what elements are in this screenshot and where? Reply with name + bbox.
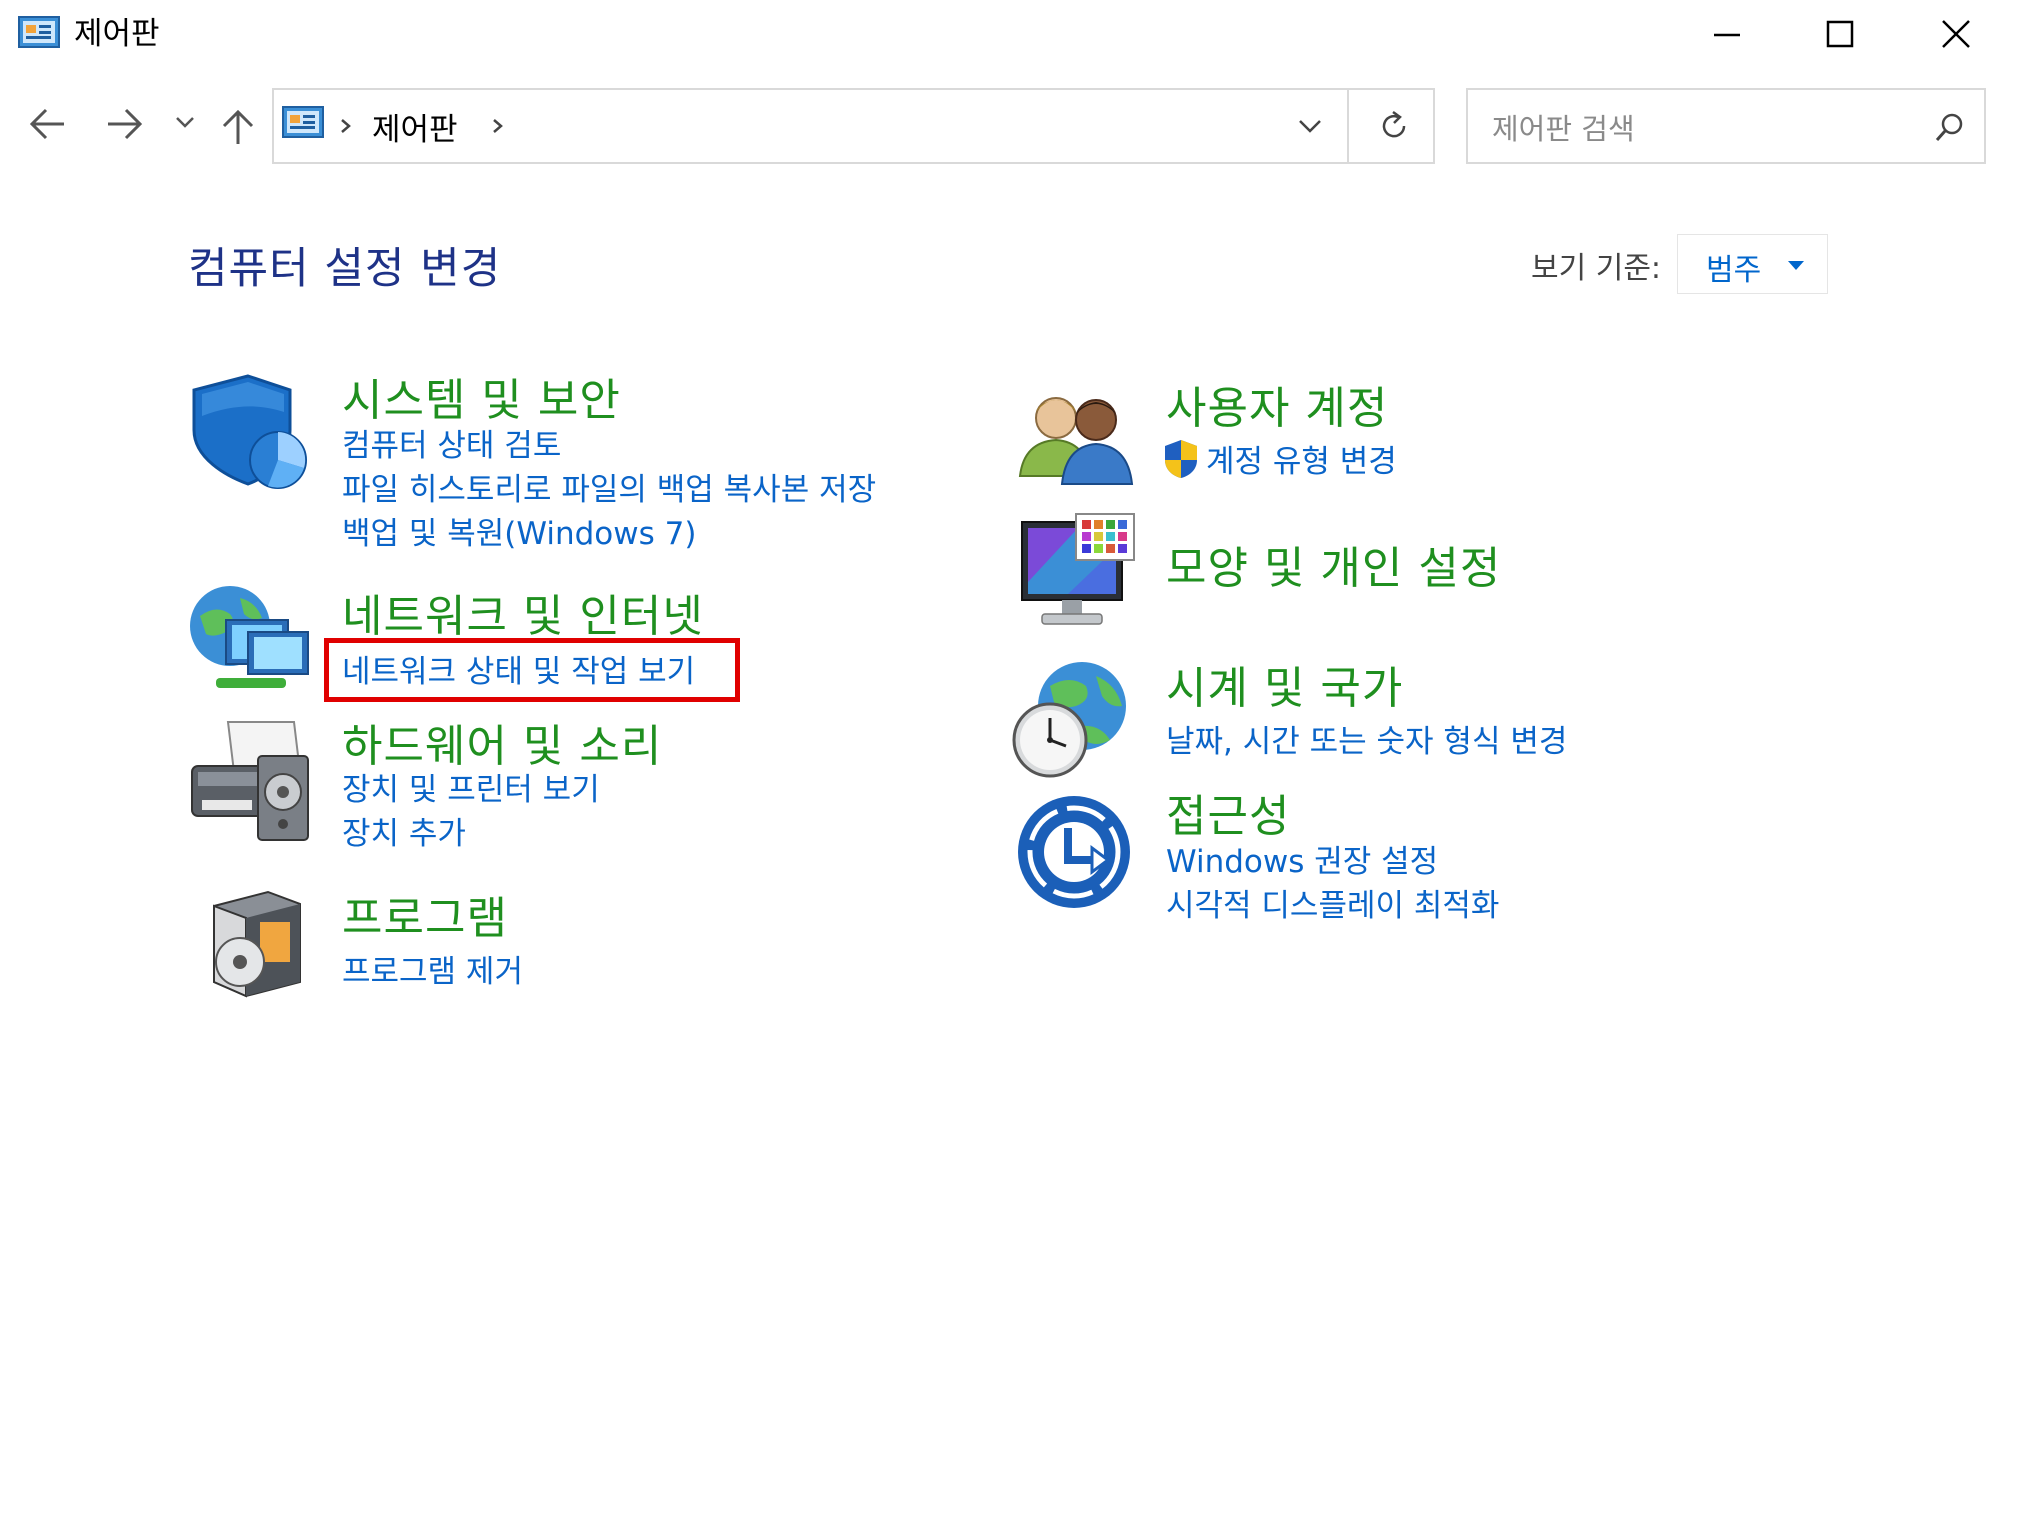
chevron-down-icon: [1299, 120, 1321, 133]
users-icon[interactable]: [1016, 384, 1136, 492]
search-button[interactable]: [1932, 110, 1968, 150]
category-title-accessibility[interactable]: 접근성: [1166, 780, 1290, 844]
category-title-user-accounts[interactable]: 사용자 계정: [1166, 372, 1388, 436]
search-icon: [1935, 113, 1963, 141]
back-arrow-icon: [29, 108, 64, 140]
control-panel-icon: [282, 106, 324, 144]
highlight-annotation-box: [324, 638, 740, 702]
link-change-account-type[interactable]: 계정 유형 변경: [1206, 436, 1397, 481]
breadcrumb-item[interactable]: 제어판: [372, 104, 458, 149]
link-add-device[interactable]: 장치 추가: [342, 808, 466, 853]
link-devices-printers[interactable]: 장치 및 프린터 보기: [342, 764, 600, 809]
breadcrumb-separator-icon[interactable]: [488, 110, 508, 146]
accessibility-icon[interactable]: [1016, 794, 1134, 916]
back-button[interactable]: [26, 102, 70, 152]
recent-locations-button[interactable]: [172, 108, 198, 158]
up-button[interactable]: [216, 104, 260, 154]
search-box[interactable]: 제어판 검색: [1466, 88, 1986, 164]
recent-chevron-icon: [176, 117, 194, 128]
control-panel-icon: [18, 16, 60, 50]
up-arrow-icon: [222, 109, 254, 144]
refresh-icon: [1382, 110, 1406, 138]
link-date-time-number-format[interactable]: 날짜, 시간 또는 숫자 형식 변경: [1166, 716, 1567, 761]
category-title-system-security[interactable]: 시스템 및 보안: [342, 364, 621, 428]
view-by-value[interactable]: 범주: [1706, 245, 1761, 289]
uac-shield-icon: [1162, 438, 1200, 484]
link-backup-restore[interactable]: 백업 및 복원(Windows 7): [342, 508, 696, 553]
minimize-icon: [1714, 33, 1740, 37]
programs-box-icon[interactable]: [204, 886, 308, 1004]
address-bar[interactable]: 제어판: [272, 88, 1435, 164]
search-input[interactable]: 제어판 검색: [1492, 106, 1635, 148]
maximize-button[interactable]: [1786, 0, 1896, 70]
link-optimize-visual-display[interactable]: 시각적 디스플레이 최적화: [1166, 880, 1499, 925]
close-icon: [1942, 20, 1970, 48]
link-review-computer-status[interactable]: 컴퓨터 상태 검토: [342, 420, 561, 465]
category-title-clock-region[interactable]: 시계 및 국가: [1166, 652, 1403, 716]
breadcrumb-separator-icon[interactable]: [336, 110, 356, 146]
network-globe-icon[interactable]: [186, 578, 310, 702]
link-uninstall-program[interactable]: 프로그램 제거: [342, 946, 523, 991]
link-windows-recommended-settings[interactable]: Windows 권장 설정: [1166, 836, 1438, 881]
window-title: 제어판: [74, 16, 160, 52]
dropdown-arrow-icon: [1786, 258, 1806, 277]
page-title: 컴퓨터 설정 변경: [188, 244, 502, 294]
address-dropdown-button[interactable]: [1292, 108, 1328, 148]
forward-button[interactable]: [102, 102, 146, 152]
monitor-palette-icon[interactable]: [1018, 512, 1138, 638]
link-file-history-backup[interactable]: 파일 히스토리로 파일의 백업 복사본 저장: [342, 464, 876, 509]
close-button[interactable]: [1902, 0, 2012, 70]
category-title-appearance[interactable]: 모양 및 개인 설정: [1166, 532, 1501, 596]
address-divider: [1347, 90, 1349, 162]
view-by-label: 보기 기준:: [1531, 251, 1662, 286]
title-bar: 제어판: [0, 0, 2017, 70]
globe-clock-icon[interactable]: [1010, 656, 1134, 784]
view-by-dropdown[interactable]: 범주: [1677, 234, 1828, 294]
printer-icon[interactable]: [188, 716, 312, 848]
forward-arrow-icon: [108, 108, 143, 140]
refresh-button[interactable]: [1374, 106, 1414, 150]
category-title-programs[interactable]: 프로그램: [342, 882, 508, 946]
maximize-icon: [1826, 20, 1854, 48]
minimize-button[interactable]: [1672, 0, 1782, 70]
shield-icon[interactable]: [190, 372, 308, 494]
category-title-network[interactable]: 네트워크 및 인터넷: [342, 580, 704, 644]
